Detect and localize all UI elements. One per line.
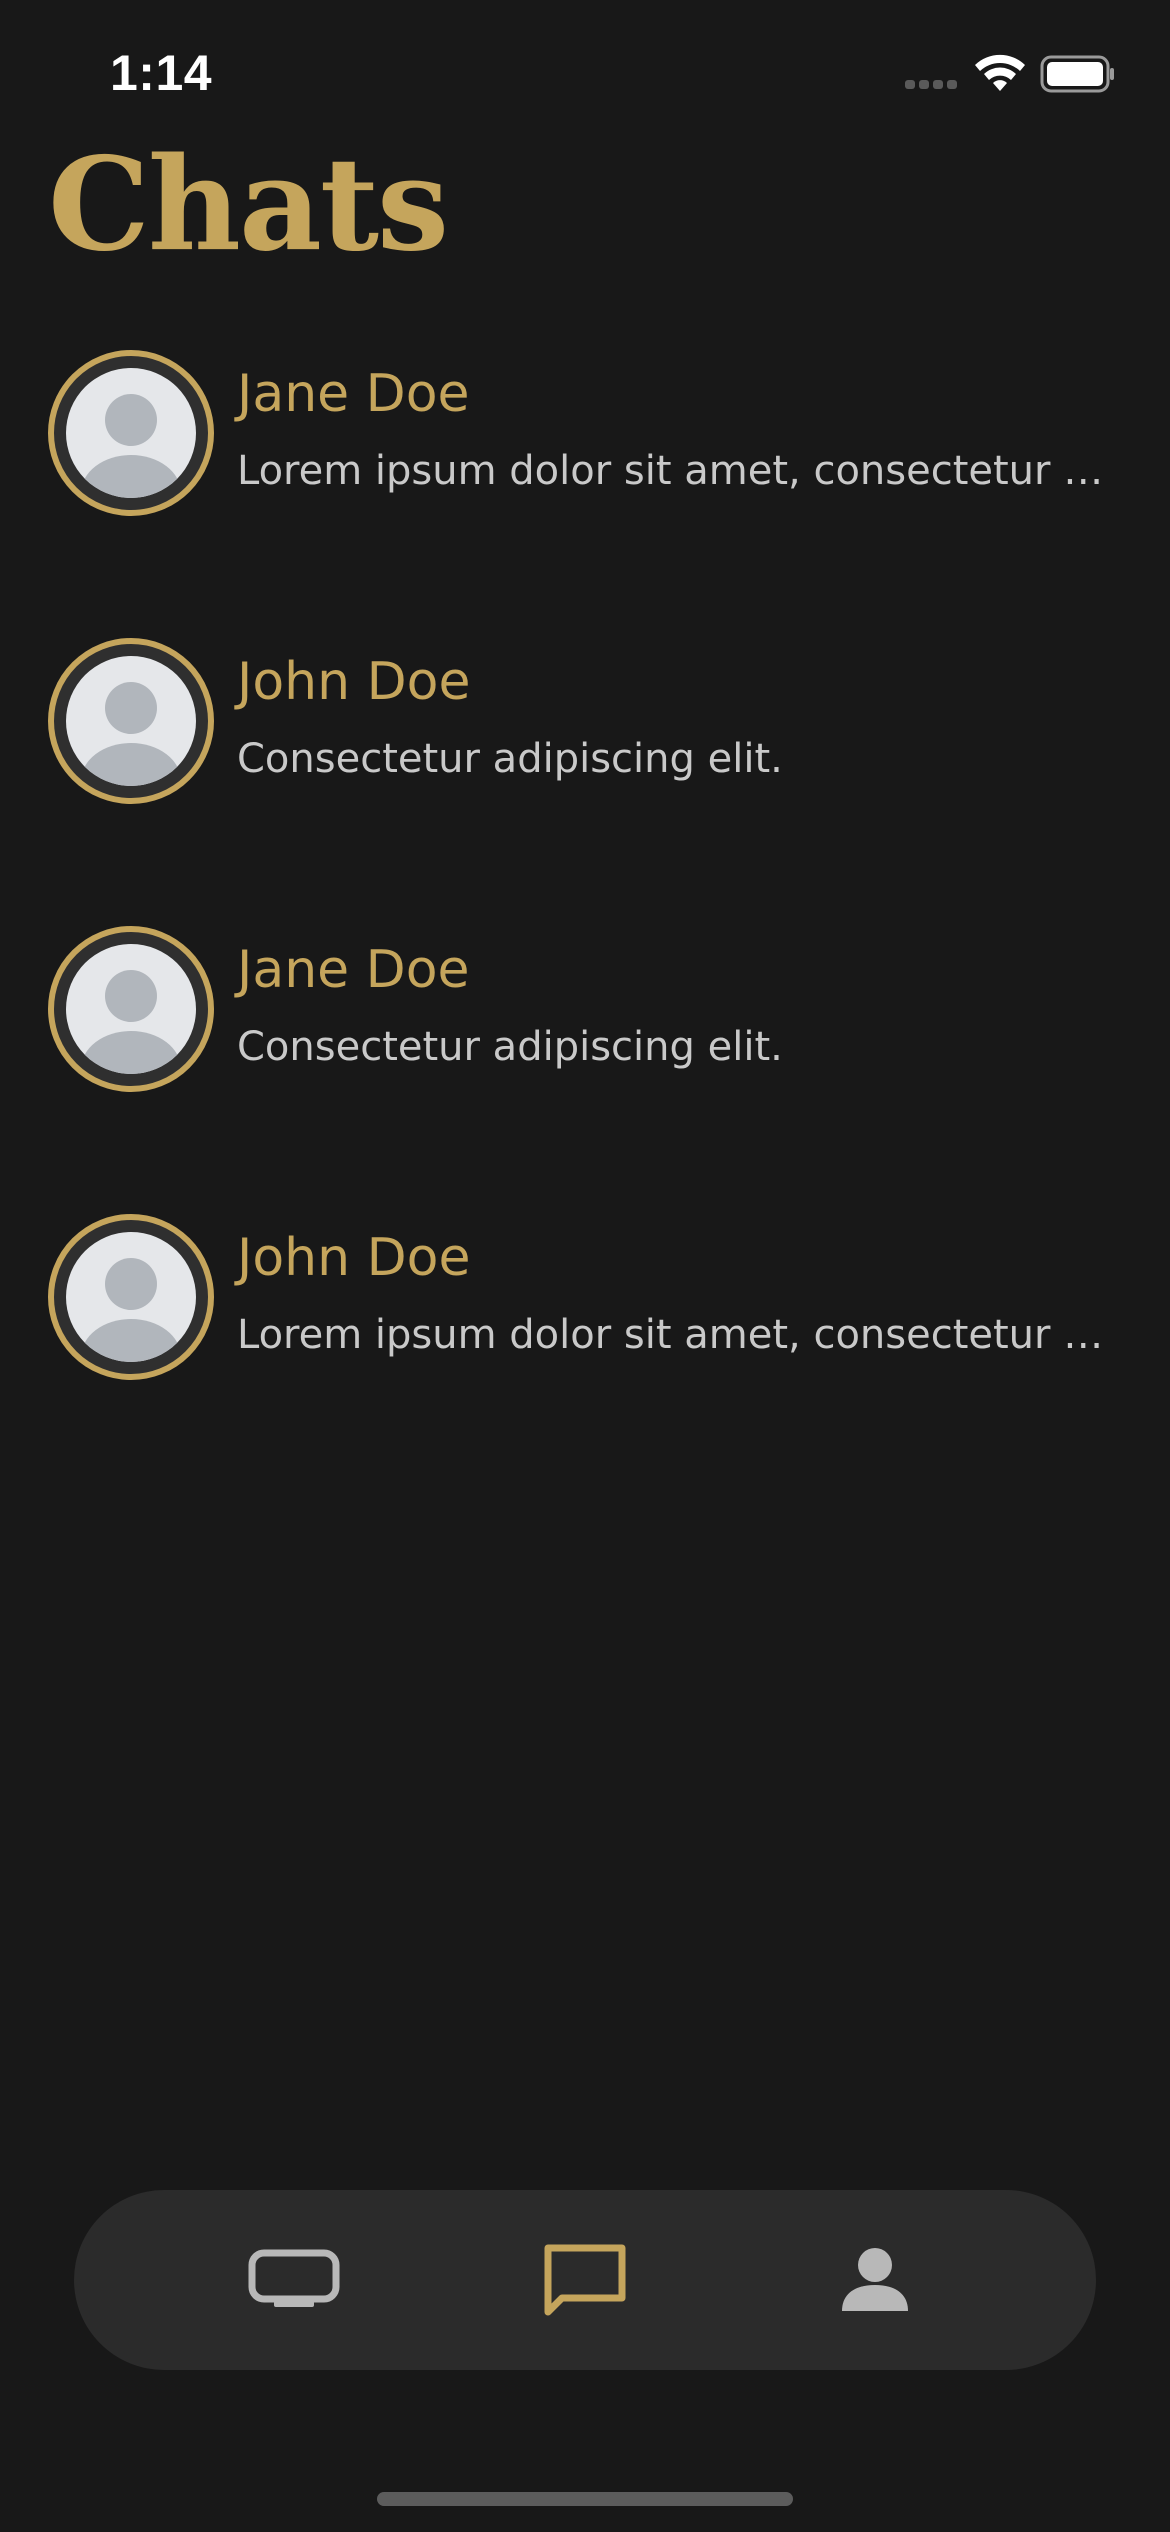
chat-name: John Doe xyxy=(237,652,471,712)
chats-screen: 1:14 Chats Jane Doe Lorem ipsum dolor si… xyxy=(0,0,1170,2532)
chat-preview: Lorem ipsum dolor sit amet, consectetur … xyxy=(237,448,1117,494)
chat-list-item[interactable]: Jane Doe Lorem ipsum dolor sit amet, con… xyxy=(0,350,1170,520)
chat-bubble-icon xyxy=(544,2244,626,2316)
chat-list-item[interactable]: Jane Doe Consectetur adipiscing elit. xyxy=(0,926,1170,1096)
avatar xyxy=(48,926,214,1092)
chat-name: John Doe xyxy=(237,1228,471,1288)
cellular-signal-icon xyxy=(905,80,960,92)
chat-preview: Lorem ipsum dolor sit amet, consectetur … xyxy=(237,1312,1117,1358)
avatar xyxy=(48,1214,214,1380)
tab-profile[interactable] xyxy=(820,2230,930,2330)
status-time: 1:14 xyxy=(110,45,213,101)
chat-preview: Consectetur adipiscing elit. xyxy=(237,1024,783,1070)
person-placeholder-icon xyxy=(66,368,196,498)
avatar xyxy=(48,350,214,516)
person-placeholder-icon xyxy=(66,944,196,1074)
chat-preview: Consectetur adipiscing elit. xyxy=(237,736,783,782)
tab-tv[interactable] xyxy=(239,2230,349,2330)
home-indicator[interactable] xyxy=(377,2492,793,2506)
battery-icon xyxy=(1040,55,1114,93)
chat-name: Jane Doe xyxy=(237,364,470,424)
chat-name: Jane Doe xyxy=(237,940,470,1000)
person-placeholder-icon xyxy=(66,1232,196,1362)
chat-list-item[interactable]: John Doe Consectetur adipiscing elit. xyxy=(0,638,1170,808)
person-icon xyxy=(842,2248,908,2311)
avatar xyxy=(48,638,214,804)
tv-icon xyxy=(248,2249,340,2307)
wifi-icon xyxy=(975,54,1025,91)
tab-bar xyxy=(74,2190,1096,2370)
tab-chats[interactable] xyxy=(530,2230,640,2330)
page-title: Chats xyxy=(48,130,449,280)
chat-list-item[interactable]: John Doe Lorem ipsum dolor sit amet, con… xyxy=(0,1214,1170,1384)
person-placeholder-icon xyxy=(66,656,196,786)
status-bar: 1:14 xyxy=(0,0,1170,150)
